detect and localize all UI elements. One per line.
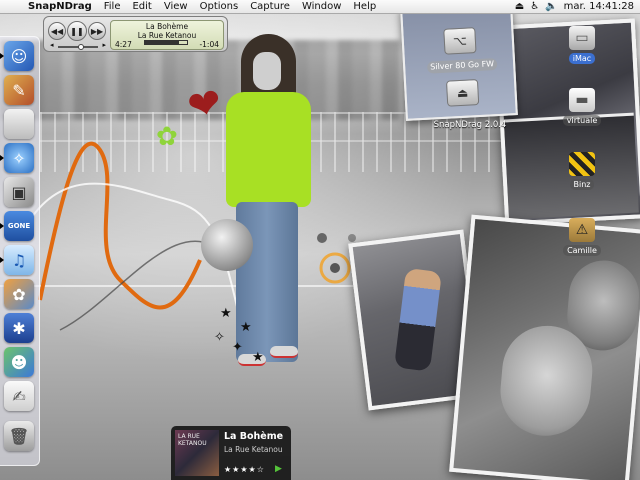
itunes-lcd-display[interactable]: La Bohème La Rue Ketanou 4:27 -1:04 xyxy=(110,20,224,50)
painting-icon[interactable]: ✎ xyxy=(4,75,34,105)
menu-window[interactable]: Window xyxy=(296,0,347,14)
now-playing-title: La Bohème xyxy=(224,431,284,442)
itunes-icon[interactable]: ♫ xyxy=(0,245,34,275)
menu-options[interactable]: Options xyxy=(194,0,245,14)
network-icon[interactable]: ⏏ xyxy=(515,0,524,14)
snapndrag-window[interactable]: ⌥ Silver 80 Go FW ⏏ xyxy=(400,3,518,121)
desktop-icon-label: Camille xyxy=(563,245,601,256)
menu-bar: SnapNDrag File Edit View Options Capture… xyxy=(0,0,640,14)
now-playing-artist: La Rue Ketanou xyxy=(224,445,283,454)
menu-extras: ⏏ ♿ 🔈 mar. 14:41:28 xyxy=(515,0,640,14)
menu-edit[interactable]: Edit xyxy=(126,0,157,14)
hard-drive-icon: ▭ xyxy=(569,26,595,50)
menu-view[interactable]: View xyxy=(158,0,194,14)
itunes-remaining: -1:04 xyxy=(199,40,219,49)
volume-knob[interactable] xyxy=(78,44,85,50)
desktop-icon-camille[interactable]: ⚠ Camille xyxy=(552,218,612,256)
itunes-song-title: La Bohème xyxy=(145,22,189,31)
star-icon: ✧ xyxy=(214,330,225,345)
desktop-icon-imac[interactable]: ▭ iMac xyxy=(552,26,612,64)
finder-icon[interactable]: ☺ xyxy=(0,41,34,71)
textedit-icon[interactable]: ✍ xyxy=(4,381,34,411)
gone-app-icon[interactable]: GONE xyxy=(0,211,34,241)
itunes-progress-bar[interactable] xyxy=(143,40,188,45)
rating-stars[interactable]: ★★★★☆ xyxy=(224,465,265,474)
desktop-icon-label: iMac xyxy=(568,53,596,64)
volume-slider[interactable]: ◂ ▸ xyxy=(50,41,106,50)
leaf-icon: ✿ xyxy=(156,122,178,152)
star-icon: ✦ xyxy=(232,340,243,355)
star-icon: ★ xyxy=(240,320,252,335)
eject-drive-icon[interactable]: ⏏ xyxy=(445,79,480,107)
iphoto-icon[interactable]: ✿ xyxy=(4,279,34,309)
menu-help[interactable]: Help xyxy=(347,0,382,14)
fast-forward-icon[interactable]: ▶▶ xyxy=(88,22,106,40)
accessibility-icon[interactable]: ♿ xyxy=(530,0,539,14)
pause-icon[interactable]: ❚❚ xyxy=(67,21,87,41)
itunes-controller: ◀◀ ❚❚ ▶▶ ◂ ▸ La Bohème La Rue Ketanou 4:… xyxy=(43,16,228,52)
menu-file[interactable]: File xyxy=(98,0,127,14)
play-icon[interactable]: ▶ xyxy=(275,464,282,474)
itunes-elapsed: 4:27 xyxy=(115,40,132,49)
itunes-artist: La Rue Ketanou xyxy=(137,31,197,40)
disk-icon: ▬ xyxy=(569,88,595,112)
desktop-icon-virtuale[interactable]: ▬ virtuale xyxy=(552,88,612,126)
dock: ☺ ✎ ✧ ▣ GONE ♫ ✿ ✱ ☻ ✍ 🗑 xyxy=(0,36,40,466)
gone-label: GONE xyxy=(7,222,31,230)
menu-clock[interactable]: mar. 14:41:28 xyxy=(564,0,634,14)
volume-icon[interactable]: 🔈 xyxy=(545,0,557,14)
rewind-icon[interactable]: ◀◀ xyxy=(48,22,66,40)
snapndrag-window-title: SnapNDrag 2.0.4 xyxy=(433,120,507,130)
trash-icon[interactable]: 🗑 xyxy=(4,421,34,451)
messenger-icon[interactable]: ☻ xyxy=(4,347,34,377)
imovie-icon[interactable]: ✱ xyxy=(4,313,34,343)
volume-low-icon: ◂ xyxy=(50,41,54,49)
apple-icon[interactable] xyxy=(4,109,34,139)
firewire-drive-icon[interactable]: ⌥ xyxy=(443,27,477,55)
desktop-icon-label: virtuale xyxy=(562,115,602,126)
album-art: LA RUE KETANOU xyxy=(175,430,219,476)
desktop-icon-binz[interactable]: Binz xyxy=(552,152,612,190)
star-icon: ★ xyxy=(252,350,264,365)
desktop-icon-label: Binz xyxy=(569,179,595,190)
menu-app-name[interactable]: SnapNDrag xyxy=(22,0,98,14)
menu-capture[interactable]: Capture xyxy=(244,0,296,14)
star-icon: ★ xyxy=(220,306,232,321)
now-playing-overlay[interactable]: LA RUE KETANOU La Bohème La Rue Ketanou … xyxy=(171,426,291,480)
volume-high-icon: ▸ xyxy=(102,41,106,49)
caution-sign-icon xyxy=(569,152,595,176)
ball-icon xyxy=(201,219,253,271)
album-art-text: LA RUE KETANOU xyxy=(178,433,207,447)
folder-icon: ⚠ xyxy=(569,218,595,242)
photo-stack-icon[interactable]: ▣ xyxy=(4,177,34,207)
safari-icon[interactable]: ✧ xyxy=(0,143,34,173)
